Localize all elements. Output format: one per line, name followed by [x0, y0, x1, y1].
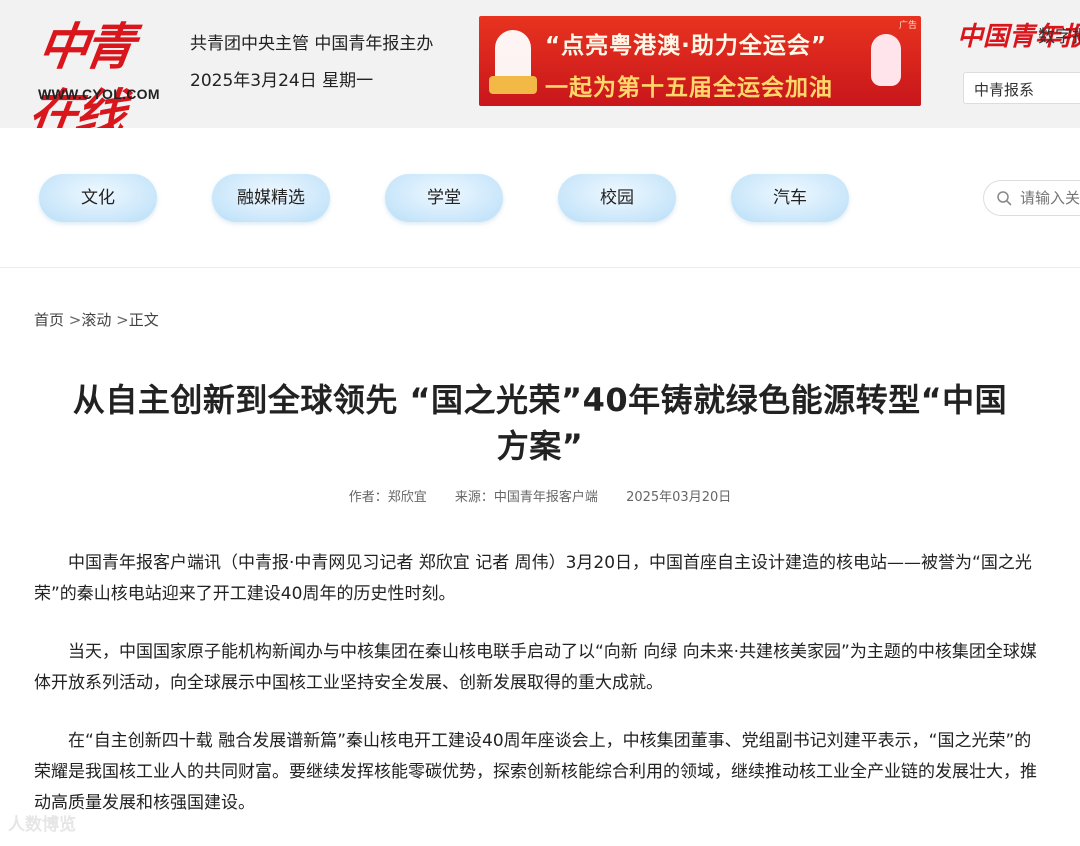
banner-headline: “点亮粤港澳·助力全运会”: [545, 33, 827, 59]
article-meta: 作者：郑欣宜 来源：中国青年报客户端 2025年03月20日: [0, 486, 1080, 505]
nav-item-academy[interactable]: 学堂: [385, 174, 503, 222]
main-nav: 文化 融媒精选 学堂 校园 汽车: [0, 128, 1080, 268]
nav-item-campus[interactable]: 校园: [558, 174, 676, 222]
article-paragraph: 当天，中国国家原子能机构新闻办与中核集团在秦山核电联手启动了以“向新 向绿 向未…: [34, 642, 1037, 693]
site-header: 中青在线 WWW.CYOL.COM 共青团中央主管 中国青年报主办 2025年3…: [0, 0, 1080, 142]
breadcrumb-current: 正文: [128, 311, 159, 329]
article-source: 来源：中国青年报客户端: [454, 490, 598, 505]
article-author: 作者：郑欣宜: [348, 490, 427, 505]
breadcrumb-home[interactable]: 首页: [34, 311, 64, 329]
mascot-left-icon: [489, 30, 537, 94]
article-title: 从自主创新到全球领先 “国之光荣”40年铸就绿色能源转型“中国方案”: [72, 381, 1008, 465]
sponsor-text: 共青团中央主管 中国青年报主办: [190, 34, 434, 54]
ad-banner[interactable]: 广告 “点亮粤港澳·助力全运会” 一起为第十五届全运会加油: [479, 16, 921, 106]
paper-series-select[interactable]: 中青报系: [963, 72, 1080, 104]
nav-item-auto[interactable]: 汽车: [731, 174, 849, 222]
article-body: 中国青年报客户端讯（中青报·中青网见习记者 郑欣宜 记者 周伟）3月20日，中国…: [34, 548, 1040, 846]
banner-subline: 一起为第十五届全运会加油: [545, 75, 833, 101]
site-logo[interactable]: 中青在线 WWW.CYOL.COM: [25, 14, 170, 142]
search-icon[interactable]: [996, 190, 1012, 206]
nav-item-media-picks[interactable]: 融媒精选: [212, 174, 330, 222]
breadcrumb-separator: >: [111, 311, 129, 329]
search-input[interactable]: [1020, 187, 1080, 209]
article-date: 2025年03月20日: [626, 490, 732, 505]
search-box[interactable]: [983, 180, 1080, 216]
breadcrumb: 首页 >滚动 >正文: [34, 309, 159, 330]
ad-label: 广告: [898, 21, 917, 31]
mascot-right-icon: [871, 34, 901, 86]
logo-url-text: WWW.CYOL.COM: [38, 86, 160, 102]
breadcrumb-separator: >: [64, 311, 82, 329]
watermark: 人数博览: [8, 815, 76, 835]
digital-paper-link[interactable]: 数字报: [1038, 22, 1080, 47]
nav-item-culture[interactable]: 文化: [39, 174, 157, 222]
article-paragraph: 在“自主创新四十载 融合发展谱新篇”秦山核电开工建设40周年座谈会上，中核集团董…: [34, 731, 1037, 813]
header-date: 2025年3月24日 星期一: [190, 71, 374, 91]
breadcrumb-section[interactable]: 滚动: [81, 311, 111, 329]
logo-chinese-text: 中青在线: [25, 17, 135, 142]
paper-series-value: 中青报系: [974, 81, 1035, 99]
header-info: 共青团中央主管 中国青年报主办 2025年3月24日 星期一: [190, 26, 433, 100]
article-paragraph: 中国青年报客户端讯（中青报·中青网见习记者 郑欣宜 记者 周伟）3月20日，中国…: [34, 553, 1032, 604]
